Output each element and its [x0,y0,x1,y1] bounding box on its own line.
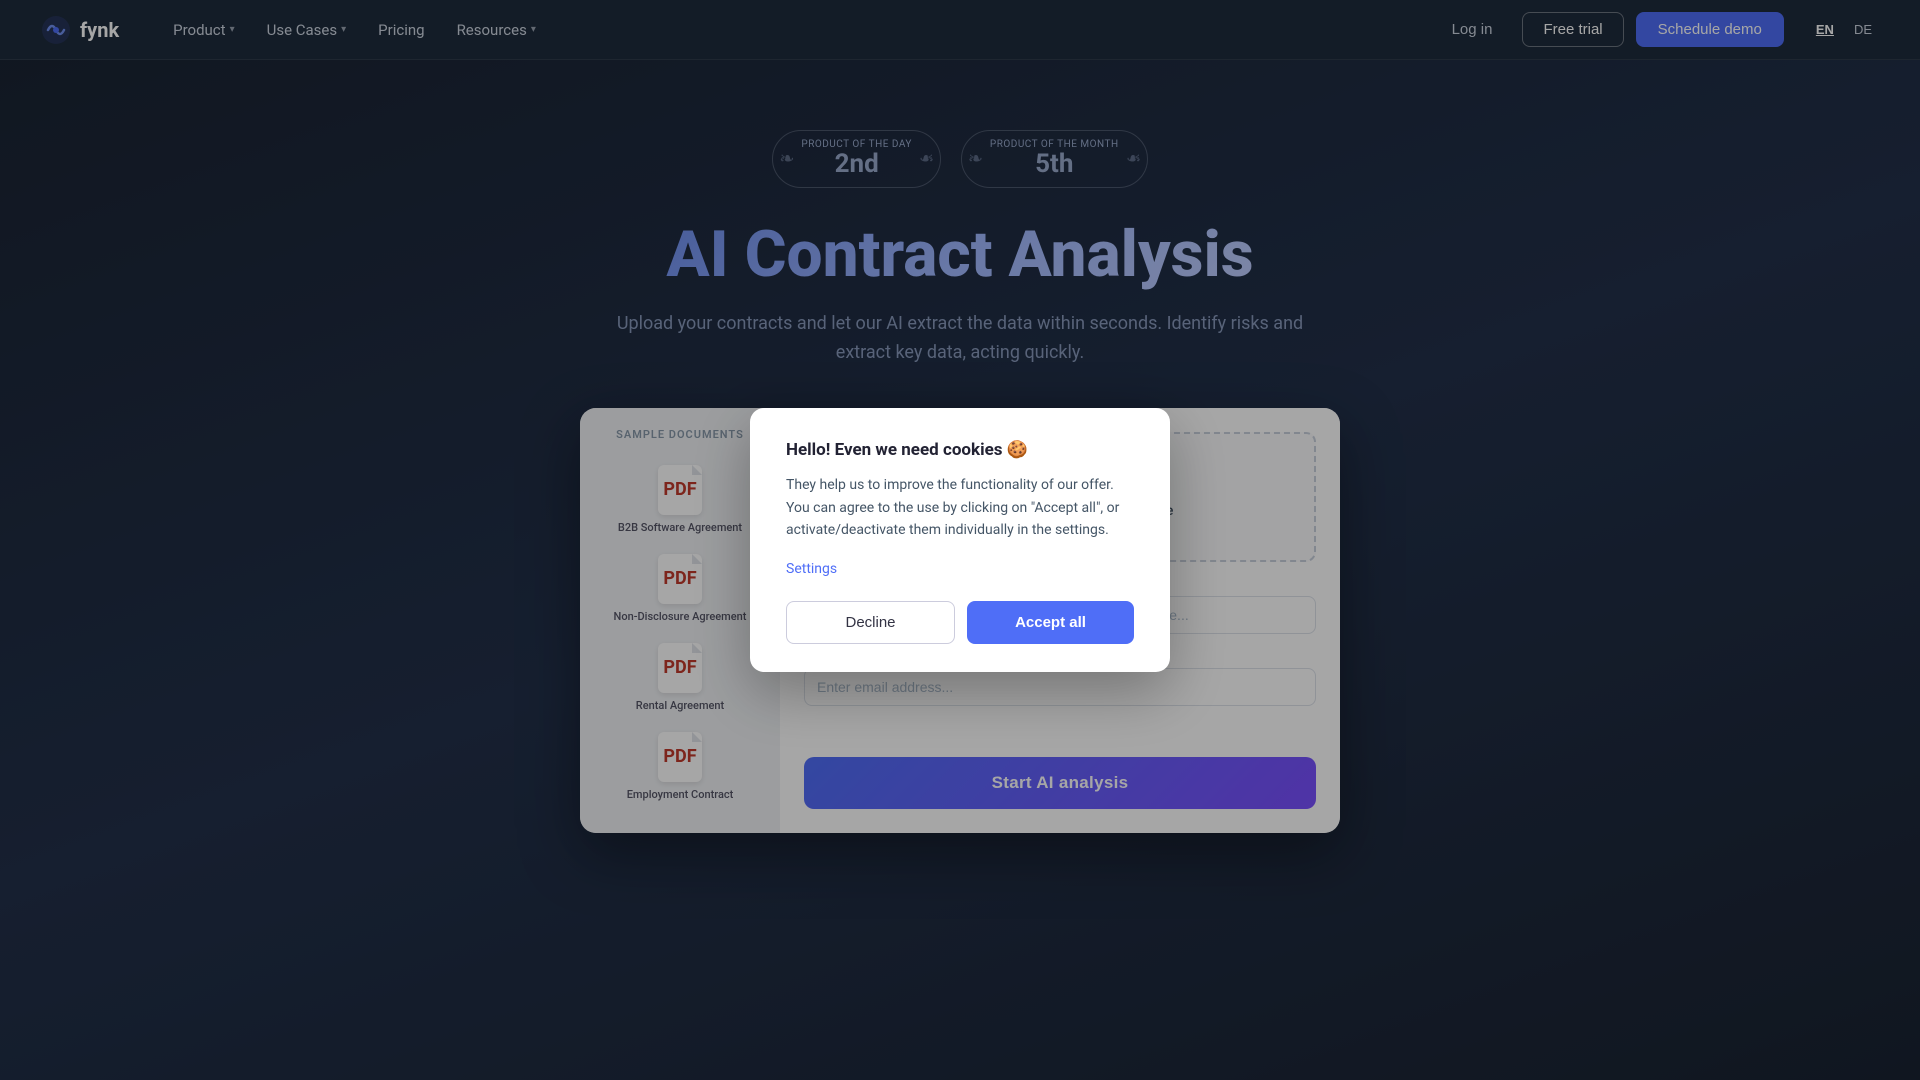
cookie-title: Hello! Even we need cookies 🍪 [786,440,1134,460]
accept-all-button[interactable]: Accept all [967,601,1134,644]
cookie-buttons: Decline Accept all [786,601,1134,644]
cookie-settings-link[interactable]: Settings [786,561,837,577]
cookie-body: They help us to improve the functionalit… [786,474,1134,541]
cookie-modal: Hello! Even we need cookies 🍪 They help … [750,408,1170,671]
decline-button[interactable]: Decline [786,601,955,644]
cookie-overlay: Hello! Even we need cookies 🍪 They help … [0,0,1920,1080]
